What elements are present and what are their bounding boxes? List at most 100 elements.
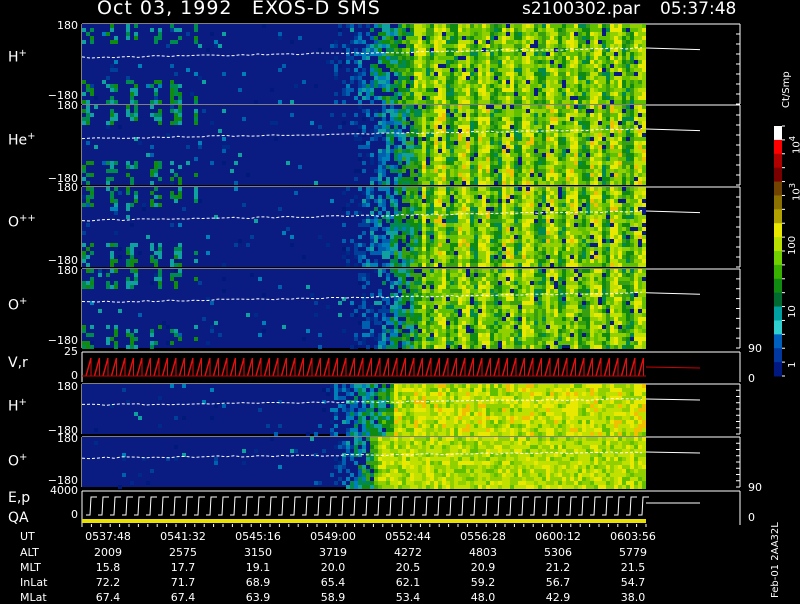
heat-cell [494, 117, 498, 121]
heat-cell [546, 32, 550, 36]
heat-cell [158, 117, 162, 121]
heat-cell [642, 117, 646, 121]
heat-cell [578, 125, 582, 129]
heat-cell [238, 88, 242, 92]
heat-cell [386, 141, 390, 145]
heat-cell [374, 80, 378, 84]
heat-cell [574, 161, 578, 165]
heat-cell [362, 263, 366, 267]
heat-cell [590, 92, 594, 96]
heat-cell [618, 187, 622, 191]
heat-cell [434, 235, 438, 239]
heat-cell [398, 121, 402, 125]
heat-cell [618, 207, 622, 211]
heat-cell [446, 215, 450, 219]
heat-cell [506, 52, 510, 56]
heat-cell [590, 161, 594, 165]
heat-cell [634, 145, 638, 149]
heat-cell [474, 259, 478, 263]
heat-cell [86, 161, 90, 165]
heat-cell [482, 187, 486, 191]
heat-cell [126, 105, 130, 109]
heat-cell [442, 277, 446, 281]
heat-cell [518, 96, 522, 100]
heat-cell [514, 68, 518, 72]
heat-cell [554, 133, 558, 137]
heat-cell [574, 165, 578, 169]
heat-cell [438, 313, 442, 317]
heat-cell [386, 317, 390, 321]
heat-cell [522, 247, 526, 251]
heat-cell [458, 40, 462, 44]
heat-cell [602, 223, 606, 227]
heat-cell [498, 207, 502, 211]
heat-cell [562, 121, 566, 125]
heat-cell [390, 96, 394, 100]
heat-cell [594, 44, 598, 48]
heat-cell [582, 181, 586, 185]
heat-cell [486, 80, 490, 84]
heat-cell [590, 259, 594, 263]
heat-cell [134, 161, 138, 165]
heat-cell [494, 121, 498, 125]
heat-cell [386, 181, 390, 185]
heat-cell [370, 251, 374, 255]
heat-cell [594, 133, 598, 137]
heat-cell [530, 215, 534, 219]
heat-cell [482, 68, 486, 72]
heat-cell [614, 80, 618, 84]
heat-cell [618, 195, 622, 199]
heat-cell [554, 92, 558, 96]
heat-cell [494, 239, 498, 243]
heat-cell [542, 84, 546, 88]
heat-cell [522, 219, 526, 223]
heat-cell [442, 199, 446, 203]
heat-cell [450, 251, 454, 255]
heat-cell [574, 28, 578, 32]
heat-cell [410, 161, 414, 165]
heat-cell [562, 56, 566, 60]
heat-cell [358, 223, 362, 227]
heat-cell [618, 191, 622, 195]
heat-cell [470, 161, 474, 165]
heat-cell [262, 293, 266, 297]
heat-cell [438, 28, 442, 32]
heat-cell [498, 28, 502, 32]
heat-cell [590, 251, 594, 255]
heat-cell [598, 80, 602, 84]
heat-cell [526, 24, 530, 28]
heat-cell [606, 191, 610, 195]
heat-cell [134, 165, 138, 169]
heat-cell [590, 40, 594, 44]
heat-cell [470, 56, 474, 60]
heat-cell [394, 231, 398, 235]
heat-cell [514, 121, 518, 125]
heat-cell [470, 195, 474, 199]
heat-cell [602, 173, 606, 177]
heat-cell [570, 219, 574, 223]
heat-cell [442, 231, 446, 235]
heat-cell [354, 177, 358, 181]
heat-cell [430, 157, 434, 161]
heat-cell [414, 92, 418, 96]
heat-cell [470, 44, 474, 48]
heat-cell [482, 259, 486, 263]
heat-cell [438, 341, 442, 345]
panel-0 [82, 24, 740, 104]
heat-cell [414, 28, 418, 32]
heat-cell [538, 80, 542, 84]
heat-cell [550, 68, 554, 72]
heat-cell [418, 145, 422, 149]
heat-cell [638, 231, 642, 235]
heat-cell [334, 92, 338, 96]
heat-cell [346, 263, 350, 267]
heat-cell [538, 169, 542, 173]
heat-cell [406, 24, 410, 28]
heat-cell [618, 203, 622, 207]
heat-cell [642, 100, 646, 104]
heat-cell [466, 259, 470, 263]
heat-cell [434, 301, 438, 305]
heat-cell [430, 305, 434, 309]
heat-cell [614, 149, 618, 153]
heat-cell [398, 251, 402, 255]
